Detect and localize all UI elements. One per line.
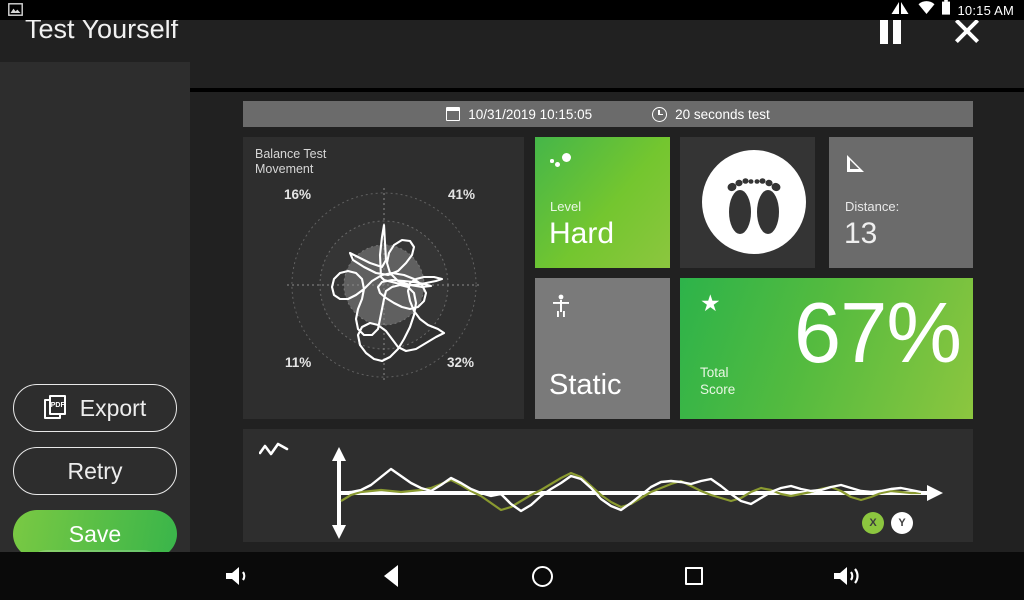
back-triangle-shape [384, 565, 398, 587]
home-circle-icon[interactable] [517, 552, 567, 600]
pause-bar-left [880, 16, 888, 44]
pause-bar-right [893, 16, 901, 44]
recents-square-shape [685, 567, 703, 585]
export-button[interactable]: PDF Export [13, 384, 177, 432]
action-sidebar: PDF Export Retry Save [0, 62, 190, 600]
status-clock: 10:15 AM [957, 2, 1014, 18]
recents-square-icon[interactable] [669, 552, 719, 600]
footprints-card [680, 137, 815, 268]
export-button-label: Export [79, 394, 147, 421]
distance-value: 13 [844, 217, 878, 250]
wifi-icon [918, 0, 935, 20]
legend-x-badge[interactable]: X [862, 512, 884, 534]
ruler-icon [845, 153, 867, 175]
signal-icon [890, 1, 912, 20]
level-card: Level Hard [535, 137, 670, 268]
total-score-label: Total Score [700, 364, 735, 398]
waveform-legend: X Y [862, 512, 913, 534]
stance-type-value: Static [549, 369, 622, 401]
total-score-label-line1: Total [700, 365, 729, 380]
footprints-icon [702, 150, 806, 254]
difficulty-dots-icon [550, 153, 572, 173]
total-score-card: ★ Total Score 67% [680, 278, 973, 419]
header-divider [190, 88, 1024, 92]
total-score-label-line2: Score [700, 382, 736, 397]
home-circle-shape [531, 565, 553, 587]
results-content: 10/31/2019 10:15:05 20 seconds test Bala… [190, 92, 1024, 552]
dot-medium [555, 162, 560, 167]
distance-card: Distance: 13 [829, 137, 973, 268]
volume-down-icon[interactable] [213, 552, 263, 600]
legend-y-badge[interactable]: Y [891, 512, 913, 534]
save-button-label: Save [68, 520, 122, 547]
pdf-page-front: PDF [48, 395, 66, 415]
android-status-bar: 10:15 AM [0, 0, 1024, 20]
test-datetime: 10/31/2019 10:15:05 [446, 107, 592, 122]
balance-movement-card: Balance Test Movement 16% 41% 11% 32% [243, 137, 524, 419]
battery-icon [941, 0, 951, 20]
test-duration: 20 seconds test [652, 106, 770, 122]
star-icon: ★ [700, 290, 721, 316]
balance-quadrant-top-right: 41% [448, 187, 476, 202]
test-meta-bar: 10/31/2019 10:15:05 20 seconds test [243, 101, 973, 127]
balance-quadrant-bottom-right: 32% [447, 355, 475, 370]
balance-radar-plot [243, 137, 524, 419]
pdf-icon: PDF [43, 395, 70, 421]
person-stance-icon [552, 294, 570, 318]
stance-type-card: Static [535, 278, 670, 419]
sway-waveform-card: X Y [243, 429, 973, 542]
dot-small [550, 159, 554, 163]
pause-button[interactable] [880, 16, 914, 48]
total-score-value: 67% [793, 286, 962, 381]
level-label: Level [550, 199, 582, 214]
back-triangle-icon[interactable] [366, 552, 416, 600]
retry-button-label: Retry [67, 457, 123, 484]
balance-quadrant-bottom-left: 11% [285, 355, 312, 370]
level-value: Hard [549, 217, 615, 250]
android-nav-bar [0, 552, 1024, 600]
distance-label: Distance: [845, 199, 900, 214]
clock-icon [652, 106, 668, 122]
test-duration-text: 20 seconds test [675, 106, 770, 122]
balance-quadrant-top-left: 16% [284, 187, 312, 202]
dot-large [562, 153, 571, 162]
retry-button[interactable]: Retry [13, 447, 177, 495]
test-datetime-text: 10/31/2019 10:15:05 [468, 106, 593, 122]
calendar-icon [446, 107, 461, 121]
volume-up-icon[interactable] [822, 552, 872, 600]
image-notification-icon [8, 3, 23, 21]
